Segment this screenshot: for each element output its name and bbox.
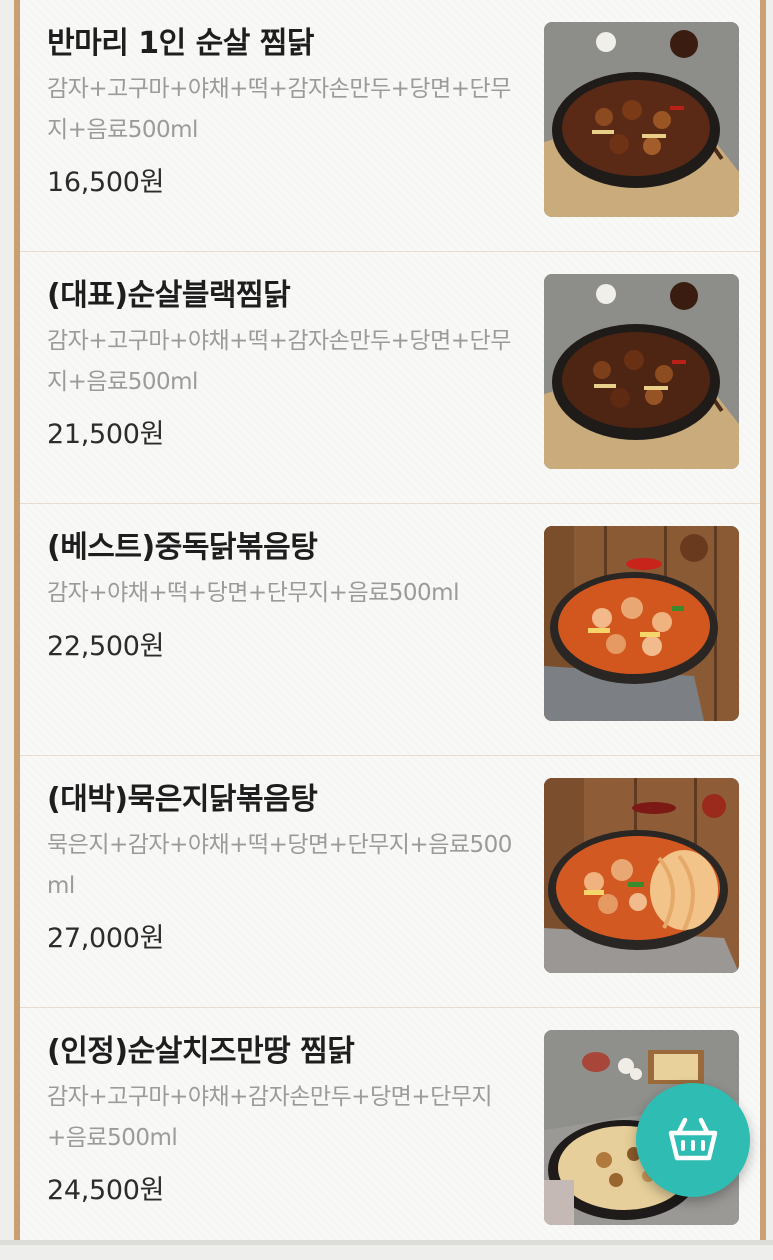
- menu-item-price: 24,500원: [47, 1175, 165, 1206]
- braised-chicken-photo-icon[interactable]: [544, 274, 739, 469]
- kimchi-chicken-stew-photo-icon[interactable]: [544, 778, 739, 973]
- menu-item[interactable]: (대박)묵은지닭볶음탕 묵은지+감자+야채+떡+당면+단무지+음료500ml 2…: [20, 756, 760, 1008]
- menu-item-price: 21,500원: [47, 419, 165, 450]
- menu-item-name: (대표)순살블랙찜닭: [47, 278, 291, 313]
- menu-item-price: 16,500원: [47, 167, 165, 198]
- menu-list: 반마리 1인 순살 찜닭 감자+고구마+야채+떡+감자손만두+당면+단무지+음료…: [14, 0, 766, 1240]
- menu-item-description: 감자+고구마+야채+떡+감자손만두+당면+단무지+음료500ml: [47, 76, 511, 143]
- menu-item-description: 감자+고구마+야채+감자손만두+당면+단무지+음료500ml: [47, 1084, 493, 1151]
- menu-item-name: 반마리 1인 순살 찜닭: [47, 26, 315, 61]
- basket-icon: [668, 1117, 718, 1161]
- menu-item[interactable]: (대표)순살블랙찜닭 감자+고구마+야채+떡+감자손만두+당면+단무지+음료50…: [20, 252, 760, 504]
- menu-item-name: (인정)순살치즈만땅 찜닭: [47, 1034, 355, 1069]
- spicy-chicken-stew-photo-icon[interactable]: [544, 526, 739, 721]
- menu-item-name: (대박)묵은지닭볶음탕: [47, 782, 318, 817]
- cart-button[interactable]: [636, 1083, 750, 1197]
- menu-item-description: 감자+야채+떡+당면+단무지+음료500ml: [47, 580, 459, 606]
- menu-item-description: 묵은지+감자+야채+떡+당면+단무지+음료500ml: [47, 832, 512, 899]
- menu-item[interactable]: (베스트)중독닭볶음탕 감자+야채+떡+당면+단무지+음료500ml 22,50…: [20, 504, 760, 756]
- braised-chicken-photo-icon[interactable]: [544, 22, 739, 217]
- bottom-edge: [0, 1240, 773, 1245]
- menu-item[interactable]: 반마리 1인 순살 찜닭 감자+고구마+야채+떡+감자손만두+당면+단무지+음료…: [20, 0, 760, 252]
- menu-item-price: 22,500원: [47, 631, 165, 662]
- menu-item-price: 27,000원: [47, 923, 165, 954]
- menu-item-name: (베스트)중독닭볶음탕: [47, 530, 318, 565]
- menu-item-description: 감자+고구마+야채+떡+감자손만두+당면+단무지+음료500ml: [47, 328, 511, 395]
